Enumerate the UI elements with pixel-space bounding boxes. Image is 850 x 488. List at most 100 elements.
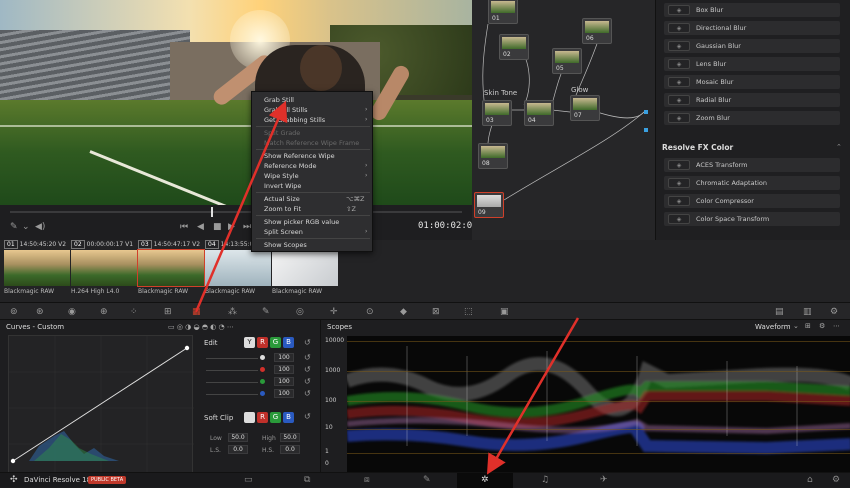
settings-icon[interactable]: ⚙ [832, 475, 840, 485]
eyedropper-icon[interactable]: ✎ [262, 307, 270, 317]
soft-clip-b-button[interactable]: B [283, 412, 294, 423]
channel-r-button[interactable]: R [257, 337, 268, 348]
clip-thumbnail[interactable]: 01 14:50:45:20 V2 Blackmagic RAW [4, 240, 70, 300]
node-01[interactable]: 01 [488, 0, 518, 24]
fx-item[interactable]: ◈ Gaussian Blur [664, 39, 840, 53]
ls-value-field[interactable]: 0.0 [228, 445, 248, 454]
tracker-icon[interactable]: ✛ [330, 307, 338, 317]
high-value-field[interactable]: 50.0 [280, 433, 300, 442]
scope-settings-icon[interactable]: ⚙ [819, 322, 825, 330]
soft-clip-link-icon[interactable] [244, 412, 255, 423]
bars-icon[interactable]: ▥ [803, 307, 812, 317]
node-07[interactable]: 07 [570, 95, 600, 121]
play-icon[interactable]: ▶ [228, 222, 235, 232]
node-09[interactable]: 09 [474, 192, 504, 218]
qualifier-icon[interactable]: ⁂ [228, 307, 237, 317]
fusion-page-icon[interactable]: ✎ [423, 475, 431, 485]
play-circle-icon[interactable]: ◉ [68, 307, 76, 317]
deliver-page-icon[interactable]: ✈ [600, 475, 608, 485]
soft-clip-r-button[interactable]: R [257, 412, 268, 423]
fx-item[interactable]: ◈ Zoom Blur [664, 111, 840, 125]
menu-item-actual-size[interactable]: Actual Size [264, 195, 300, 203]
playhead[interactable] [211, 207, 213, 217]
chevron-down-icon[interactable]: ⌄ [22, 222, 30, 232]
clip-thumbnail-selected[interactable]: 03 14:50:47:17 V2 Blackmagic RAW [137, 240, 205, 300]
scopes-mode-dropdown[interactable]: Waveform [755, 323, 791, 331]
home-icon[interactable]: ⌂ [807, 475, 813, 485]
fx-item[interactable]: ◈ Lens Blur [664, 57, 840, 71]
curves-mode-icons[interactable]: ▭ ◎ ◑ ◒ ◓ ◐ ◔ ⋯ [168, 323, 234, 331]
speaker-icon[interactable]: ◀) [35, 222, 45, 232]
curves-icon[interactable]: ▦ [192, 307, 201, 317]
fairlight-page-icon[interactable]: ♫ [541, 475, 549, 485]
menu-item-grab-still[interactable]: Grab Still [264, 96, 294, 104]
sizing-icon[interactable]: ⬚ [464, 307, 473, 317]
magic-mask-icon[interactable]: ⊙ [366, 307, 374, 317]
menu-item-show-scopes[interactable]: Show Scopes [264, 241, 307, 249]
b-value-field[interactable]: 100 [274, 389, 294, 398]
fx-item[interactable]: ◈ Directional Blur [664, 21, 840, 35]
scope-grid-icon[interactable]: ⊞ [805, 322, 811, 330]
menu-item-show-reference-wipe[interactable]: Show Reference Wipe [264, 152, 335, 160]
add-icon[interactable]: ⊕ [100, 307, 108, 317]
node-03[interactable]: 03 [482, 100, 512, 126]
fx-item[interactable]: ◈ ACES Transform [664, 158, 840, 172]
window-icon[interactable]: ◎ [296, 307, 304, 317]
reset-icon[interactable]: ↺ [304, 412, 311, 421]
hs-value-field[interactable]: 0.0 [280, 445, 300, 454]
graph-icon[interactable]: ▤ [775, 307, 784, 317]
reset-icon[interactable]: ↺ [304, 353, 311, 362]
blur-icon[interactable]: ◆ [400, 307, 407, 317]
3d-icon[interactable]: ▣ [500, 307, 509, 317]
key-icon[interactable]: ⊠ [432, 307, 440, 317]
reset-icon[interactable]: ↺ [304, 365, 311, 374]
skip-forward-icon[interactable]: ⏭ [243, 222, 251, 232]
channel-g-button[interactable]: G [270, 337, 281, 348]
menu-item-wipe-style[interactable]: Wipe Style [264, 172, 299, 180]
collapse-icon[interactable]: ⌃ [836, 143, 842, 151]
fx-item[interactable]: ◈ Color Compressor [664, 194, 840, 208]
media-page-icon[interactable]: ▭ [244, 475, 253, 485]
menu-item-reference-mode[interactable]: Reference Mode [264, 162, 317, 170]
channel-b-button[interactable]: B [283, 337, 294, 348]
play-reverse-icon[interactable]: ◀ [197, 222, 204, 232]
y-value-field[interactable]: 100 [274, 353, 294, 362]
curves-graph[interactable] [8, 335, 194, 481]
settings-icon[interactable]: ⚙ [830, 307, 838, 317]
waveform-scope[interactable] [347, 336, 850, 472]
more-icon[interactable]: ⋯ [833, 322, 840, 330]
fx-item[interactable]: ◈ Color Space Transform [664, 212, 840, 226]
chevron-down-icon[interactable]: ⌄ [793, 322, 799, 330]
wheels-icon[interactable]: ⊛ [36, 307, 44, 317]
hdr-wheels-icon[interactable]: ⊚ [10, 307, 18, 317]
node-04[interactable]: 04 [524, 100, 554, 126]
node-output-dot[interactable] [644, 110, 648, 114]
color-page-icon[interactable]: ✲ [481, 475, 489, 485]
menu-item-split-screen[interactable]: Split Screen [264, 228, 303, 236]
reset-icon[interactable]: ↺ [304, 389, 311, 398]
reset-icon[interactable]: ↺ [304, 377, 311, 386]
pen-icon[interactable]: ✎ [10, 222, 18, 232]
fx-item[interactable]: ◈ Radial Blur [664, 93, 840, 107]
node-02[interactable]: 02 [499, 34, 529, 60]
low-value-field[interactable]: 50.0 [228, 433, 248, 442]
node-output-dot[interactable] [644, 128, 648, 132]
color-dots-icon[interactable]: ⁘ [130, 307, 138, 317]
viewer-image[interactable] [0, 0, 472, 205]
clip-thumbnail[interactable]: 02 00:00:00:17 V1 H.264 High L4.0 [71, 240, 137, 300]
grid-icon[interactable]: ⊞ [164, 307, 172, 317]
cut-page-icon[interactable]: ⧉ [304, 475, 310, 485]
node-graph[interactable]: 01 02 03 04 05 06 07 08 09 Skin Tone Glo… [472, 0, 655, 240]
node-05[interactable]: 05 [552, 48, 582, 74]
menu-item-get-grabbing-stills[interactable]: Get Grabbing Stills [264, 116, 325, 124]
menu-item-show-picker-rgb[interactable]: Show picker RGB value [264, 218, 339, 226]
menu-item-zoom-to-fit[interactable]: Zoom to Fit [264, 205, 301, 213]
fx-item[interactable]: ◈ Box Blur [664, 3, 840, 17]
stop-icon[interactable]: ■ [213, 222, 222, 232]
menu-item-invert-wipe[interactable]: Invert Wipe [264, 182, 301, 190]
node-08[interactable]: 08 [478, 143, 508, 169]
r-value-field[interactable]: 100 [274, 365, 294, 374]
reset-icon[interactable]: ↺ [304, 338, 311, 347]
menu-item-grab-all-stills[interactable]: Grab All Stills [264, 106, 308, 114]
node-06[interactable]: 06 [582, 18, 612, 44]
